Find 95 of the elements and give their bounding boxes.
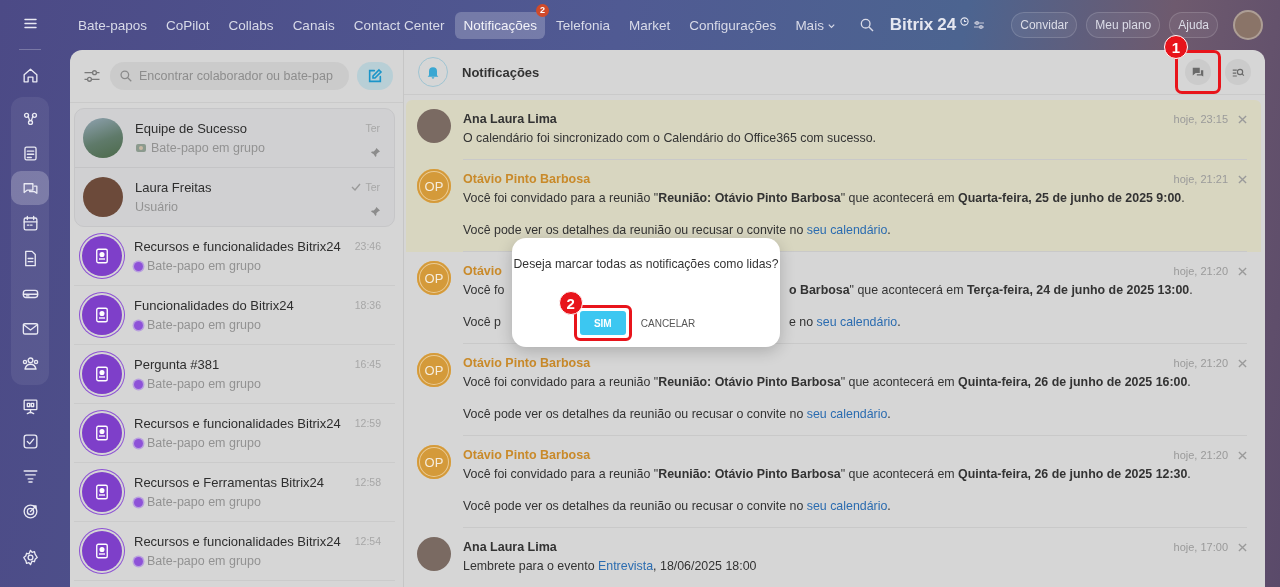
clock-icon bbox=[960, 17, 970, 26]
photo-placeholder bbox=[83, 118, 123, 158]
chat-subtitle: Usuário bbox=[135, 200, 179, 214]
nav-tab[interactable]: Canais bbox=[284, 11, 343, 39]
chat-name: Pergunta #381 bbox=[134, 357, 221, 372]
sliders-icon[interactable] bbox=[973, 19, 986, 31]
chat-name: Funcionalidades do Bitrix24 bbox=[134, 298, 295, 313]
contact-book-icon bbox=[93, 365, 111, 383]
dialog-message: Deseja marcar todas as notificações como lidas? bbox=[513, 257, 779, 271]
notification-time: hoje, 21:20 bbox=[1173, 265, 1228, 277]
notification-author[interactable]: Ana Laura Lima bbox=[463, 112, 557, 126]
cancel-button[interactable]: CANCELAR bbox=[637, 313, 699, 333]
contact-book-icon bbox=[93, 483, 111, 501]
chat-name: Equipe de Sucesso bbox=[135, 121, 249, 136]
target-icon bbox=[20, 501, 40, 521]
logo-number: 24 bbox=[937, 15, 957, 35]
search-icon[interactable] bbox=[858, 17, 875, 33]
notification-text: O calendário foi sincronizado com o Calendário do Office365 com sucesso. bbox=[463, 130, 877, 147]
initials-avatar: OP bbox=[417, 445, 451, 479]
header-button[interactable]: Convidar bbox=[1011, 12, 1078, 38]
header-button[interactable]: Ajuda bbox=[1169, 12, 1218, 38]
notification-time: hoje, 23:15 bbox=[1173, 113, 1228, 125]
contact-book-icon bbox=[93, 424, 111, 442]
contact-book-icon bbox=[93, 247, 111, 265]
chat-subtitle: Bate-papo em grupo bbox=[147, 436, 261, 450]
avatar-placeholder bbox=[83, 177, 123, 217]
notification-time: hoje, 21:21 bbox=[1173, 173, 1228, 185]
notification-text: Você foi convidado para a reunião "Reunião: Otávio Pinto Barbosa" que acontecerá em Quarta-feira, 25 de junho de 2025 9:00. bbox=[463, 190, 1186, 207]
callout-number: 1 bbox=[1164, 35, 1188, 59]
chat-name: Recursos e Ferramentas Bitrix24 bbox=[134, 475, 325, 490]
group-image-icon bbox=[135, 142, 147, 154]
compose-button[interactable] bbox=[357, 62, 393, 90]
search-list-button[interactable] bbox=[1225, 59, 1251, 85]
notification-time: hoje, 17:00 bbox=[1173, 541, 1228, 553]
notification-text: Você pode ver os detalhes da reunião ou recusar o convite no seu calendário. bbox=[463, 406, 892, 423]
nav-tab[interactable]: Collabs bbox=[220, 11, 282, 39]
chat-subtitle: Bate-papo em grupo bbox=[147, 318, 261, 332]
calendar-icon bbox=[20, 213, 40, 233]
panel-title: Notificações bbox=[462, 64, 541, 80]
chat-subtitle: Bate-papo em grupo bbox=[151, 141, 265, 155]
rail-item[interactable] bbox=[11, 171, 49, 205]
nav-tab[interactable]: CoPilot bbox=[158, 11, 218, 39]
nav-tab[interactable]: Bate-papos bbox=[70, 11, 156, 39]
bell-icon bbox=[425, 64, 441, 80]
logo-text: Bitrix bbox=[889, 15, 934, 35]
header-button[interactable]: Meu plano bbox=[1086, 12, 1161, 38]
notification-text: o Barbosa" que acontecerá em Terça-feira, 24 de junho de 2025 13:00. bbox=[789, 282, 1194, 299]
notification-author[interactable]: Ana Laura Lima bbox=[463, 540, 557, 554]
nav-tab[interactable]: Contact Center bbox=[345, 11, 453, 39]
mark-all-read-button[interactable] bbox=[1185, 59, 1211, 85]
group-dot-icon bbox=[134, 438, 143, 448]
contact-book-icon bbox=[93, 306, 111, 324]
notification-text: Você pode ver os detalhes da reunião ou recusar o convite no seu calendário. bbox=[463, 498, 892, 515]
chat-subtitle: Bate-papo em grupo bbox=[147, 377, 261, 391]
home-icon bbox=[20, 65, 40, 85]
chat-name: Laura Freitas bbox=[135, 180, 213, 195]
notification-text: Você fo bbox=[463, 282, 505, 299]
group-dot-icon bbox=[134, 261, 143, 271]
group-dot-icon bbox=[134, 379, 143, 389]
search-placeholder: Encontrar colaborador ou bate-pap bbox=[139, 69, 333, 83]
settings-icon bbox=[20, 547, 40, 567]
initials-avatar: OP bbox=[417, 169, 451, 203]
group-dot-icon bbox=[134, 556, 143, 566]
checkbox-task-icon bbox=[20, 431, 40, 451]
notification-text: e no seu calendário. bbox=[789, 314, 902, 331]
contact-book-icon bbox=[93, 542, 111, 560]
callout-number: 2 bbox=[558, 291, 583, 315]
avatar-placeholder bbox=[417, 109, 451, 143]
notification-text: Você foi convidado para a reunião "Reunião: Otávio Pinto Barbosa" que acontecerá em Quinta-feira, 26 de junho de 2025 12:30. bbox=[463, 466, 1192, 483]
nav-tab[interactable]: Configurações bbox=[681, 11, 785, 39]
user-avatar[interactable] bbox=[1233, 10, 1263, 40]
nav-tab[interactable]: Market bbox=[621, 11, 679, 39]
chat-name: Recursos e funcionalidades Bitrix24 bbox=[134, 534, 342, 549]
more-menu[interactable]: Mais bbox=[787, 11, 844, 39]
presentation-board-icon bbox=[20, 396, 40, 416]
chat-subtitle: Bate-papo em grupo bbox=[147, 554, 261, 568]
avatar-placeholder bbox=[417, 537, 451, 571]
chat-name: Recursos e funcionalidades Bitrix24 bbox=[134, 416, 342, 431]
notification-text: Você p bbox=[463, 314, 501, 331]
notification-time: hoje, 21:20 bbox=[1173, 449, 1228, 461]
notification-text: Você foi convidado para a reunião "Reunião: Otávio Pinto Barbosa" que acontecerá em Quinta-feira, 26 de junho de 2025 16:00. bbox=[463, 374, 1192, 391]
group-dot-icon bbox=[134, 497, 143, 507]
group-dot-icon bbox=[134, 320, 143, 330]
nav-tab[interactable]: Telefonia bbox=[548, 11, 619, 39]
initials-avatar: OP bbox=[417, 353, 451, 387]
notification-badge: 2 bbox=[536, 3, 549, 17]
chat-subtitle: Bate-papo em grupo bbox=[147, 259, 261, 273]
search-icon bbox=[119, 69, 133, 83]
compose-icon bbox=[367, 68, 383, 84]
notification-text: Lembrete para o evento Entrevista, 18/06/2025 18:00 bbox=[463, 558, 758, 575]
initials-avatar: OP bbox=[417, 261, 451, 295]
notification-text: Você pode ver os detalhes da reunião ou recusar o convite no seu calendário. bbox=[463, 222, 892, 239]
chat-name: Recursos e funcionalidades Bitrix24 bbox=[134, 239, 342, 254]
notification-time: hoje, 21:20 bbox=[1173, 357, 1228, 369]
chat-subtitle: Bate-papo em grupo bbox=[147, 495, 261, 509]
